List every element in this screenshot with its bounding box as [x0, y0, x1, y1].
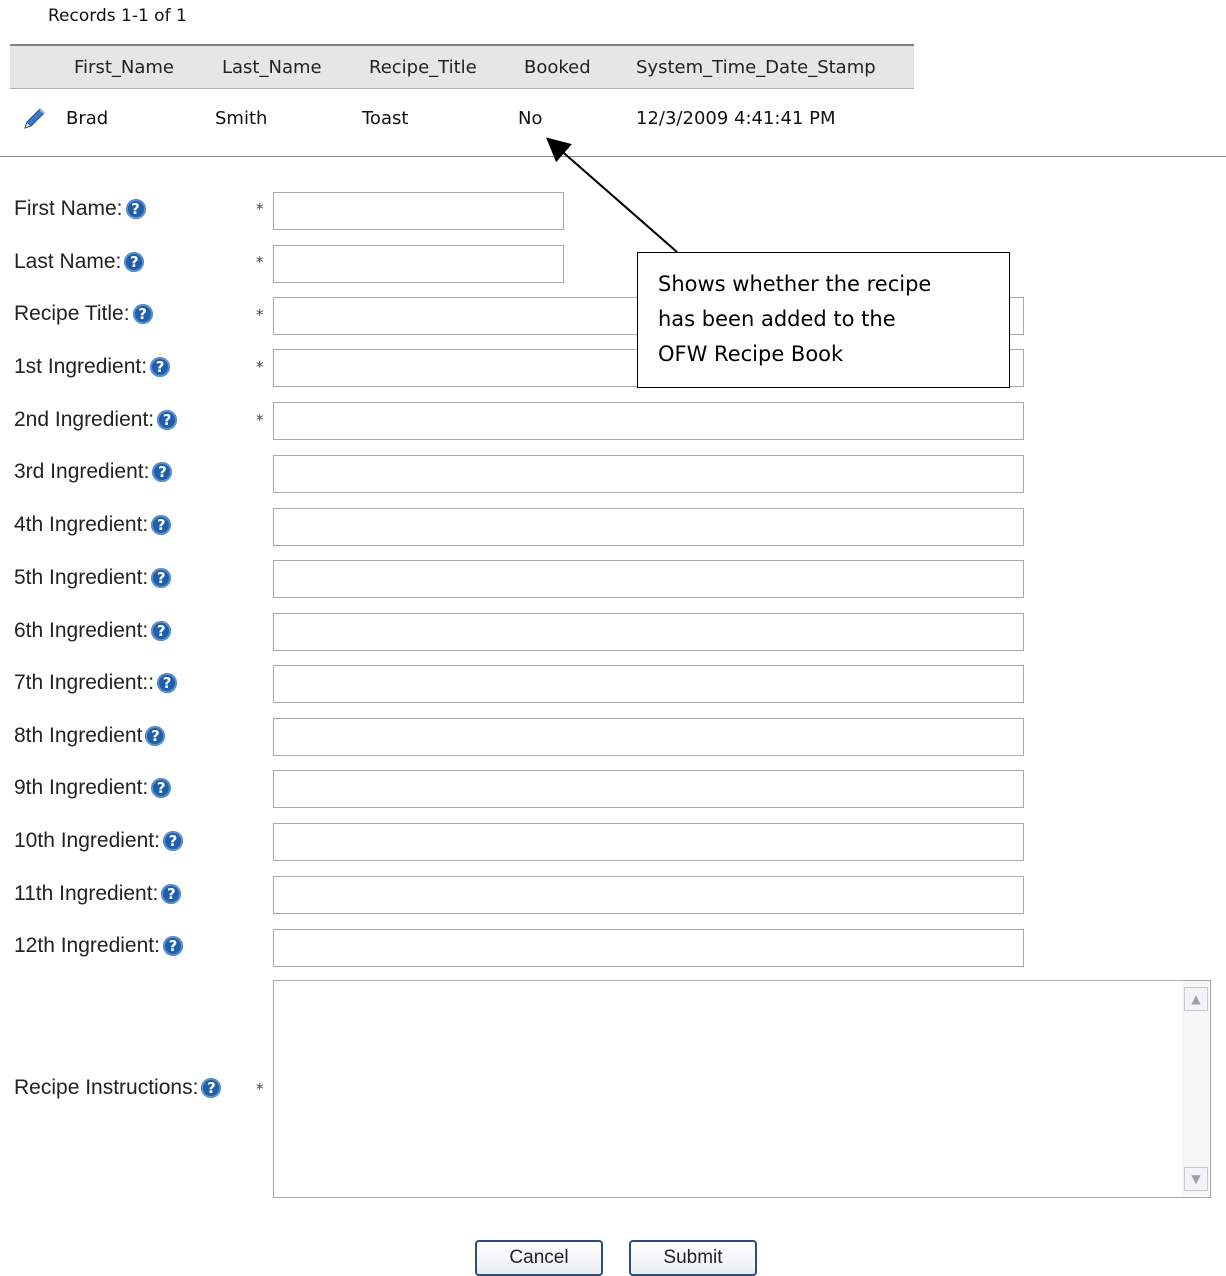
submit-button[interactable]: Submit	[629, 1240, 757, 1276]
help-icon[interactable]: ?	[151, 621, 172, 641]
help-icon[interactable]: ?	[162, 936, 183, 956]
cell-first-name: Brad	[66, 108, 109, 129]
last-name-input[interactable]	[273, 245, 564, 283]
annotation-callout: Shows whether the recipe has been added …	[637, 252, 1010, 388]
label-ingredient-2: 2nd Ingredient:?	[14, 408, 178, 432]
help-icon[interactable]: ?	[151, 778, 172, 798]
label-last-name: Last Name:?	[14, 250, 145, 274]
col-header-recipe-title[interactable]: Recipe_Title	[369, 57, 477, 78]
help-icon[interactable]: ?	[161, 884, 182, 904]
label-ingredient-9: 9th Ingredient:?	[14, 776, 172, 800]
help-icon[interactable]: ?	[162, 831, 183, 851]
ingredient-2-input[interactable]	[273, 402, 1024, 440]
label-recipe-title: Recipe Title:?	[14, 302, 153, 326]
ingredient-11-input[interactable]	[273, 876, 1024, 914]
callout-line: has been added to the	[658, 307, 896, 331]
callout-line: OFW Recipe Book	[658, 342, 844, 366]
label-ingredient-4: 4th Ingredient:?	[14, 513, 172, 537]
help-icon[interactable]: ?	[157, 410, 178, 430]
col-header-booked[interactable]: Booked	[524, 57, 591, 78]
label-first-name: First Name:?	[14, 197, 146, 221]
col-header-timestamp[interactable]: System_Time_Date_Stamp	[636, 57, 876, 78]
divider	[0, 156, 1226, 157]
ingredient-6-input[interactable]	[273, 613, 1024, 651]
label-ingredient-8: 8th Ingredient?	[14, 724, 166, 748]
cell-timestamp: 12/3/2009 4:41:41 PM	[636, 108, 836, 129]
label-ingredient-11: 11th Ingredient:?	[14, 882, 182, 906]
ingredient-4-input[interactable]	[273, 508, 1024, 546]
required-marker: *	[256, 411, 264, 429]
help-icon[interactable]: ?	[132, 304, 153, 324]
cell-recipe-title: Toast	[362, 108, 409, 129]
help-icon[interactable]: ?	[152, 462, 173, 482]
label-ingredient-1: 1st Ingredient:?	[14, 355, 171, 379]
help-icon[interactable]: ?	[157, 673, 178, 693]
textarea-scrollbar[interactable]: ▲ ▼	[1182, 981, 1210, 1197]
required-marker: *	[256, 200, 264, 218]
ingredient-5-input[interactable]	[273, 560, 1024, 598]
label-ingredient-5: 5th Ingredient:?	[14, 566, 172, 590]
ingredient-12-input[interactable]	[273, 929, 1024, 967]
required-marker: *	[256, 253, 264, 271]
help-icon[interactable]: ?	[151, 515, 172, 535]
callout-line: Shows whether the recipe	[658, 272, 932, 296]
ingredient-9-input[interactable]	[273, 770, 1024, 808]
label-ingredient-3: 3rd Ingredient:?	[14, 460, 173, 484]
table-row: Brad Smith Toast No 12/3/2009 4:41:41 PM	[10, 89, 914, 149]
help-icon[interactable]: ?	[125, 199, 146, 219]
label-ingredient-6: 6th Ingredient:?	[14, 619, 172, 643]
label-ingredient-7: 7th Ingredient::?	[14, 671, 178, 695]
required-marker: *	[256, 358, 264, 376]
help-icon[interactable]: ?	[151, 568, 172, 588]
pencil-icon[interactable]	[20, 105, 48, 133]
help-icon[interactable]: ?	[124, 252, 145, 272]
cell-last-name: Smith	[215, 108, 268, 129]
cancel-button[interactable]: Cancel	[475, 1240, 603, 1276]
recipe-instructions-textarea[interactable]	[274, 981, 1182, 1197]
recipe-instructions-box: ▲ ▼	[273, 980, 1211, 1198]
ingredient-10-input[interactable]	[273, 823, 1024, 861]
label-ingredient-10: 10th Ingredient:?	[14, 829, 183, 853]
required-marker: *	[256, 306, 264, 324]
label-recipe-instructions: Recipe Instructions:?	[14, 1076, 222, 1100]
ingredient-8-input[interactable]	[273, 718, 1024, 756]
cell-booked: No	[518, 108, 543, 129]
col-header-last-name[interactable]: Last_Name	[222, 57, 322, 78]
help-icon[interactable]: ?	[201, 1078, 222, 1098]
scroll-up-icon[interactable]: ▲	[1184, 987, 1208, 1011]
ingredient-7-input[interactable]	[273, 665, 1024, 703]
help-icon[interactable]: ?	[145, 726, 166, 746]
records-grid: First_Name Last_Name Recipe_Title Booked…	[10, 44, 914, 149]
ingredient-3-input[interactable]	[273, 455, 1024, 493]
grid-header: First_Name Last_Name Recipe_Title Booked…	[10, 44, 914, 89]
first-name-input[interactable]	[273, 192, 564, 230]
records-count: Records 1-1 of 1	[48, 6, 187, 26]
label-ingredient-12: 12th Ingredient:?	[14, 934, 183, 958]
scroll-down-icon[interactable]: ▼	[1184, 1167, 1208, 1191]
required-marker: *	[256, 1080, 264, 1098]
help-icon[interactable]: ?	[150, 357, 171, 377]
col-header-first-name[interactable]: First_Name	[74, 57, 174, 78]
